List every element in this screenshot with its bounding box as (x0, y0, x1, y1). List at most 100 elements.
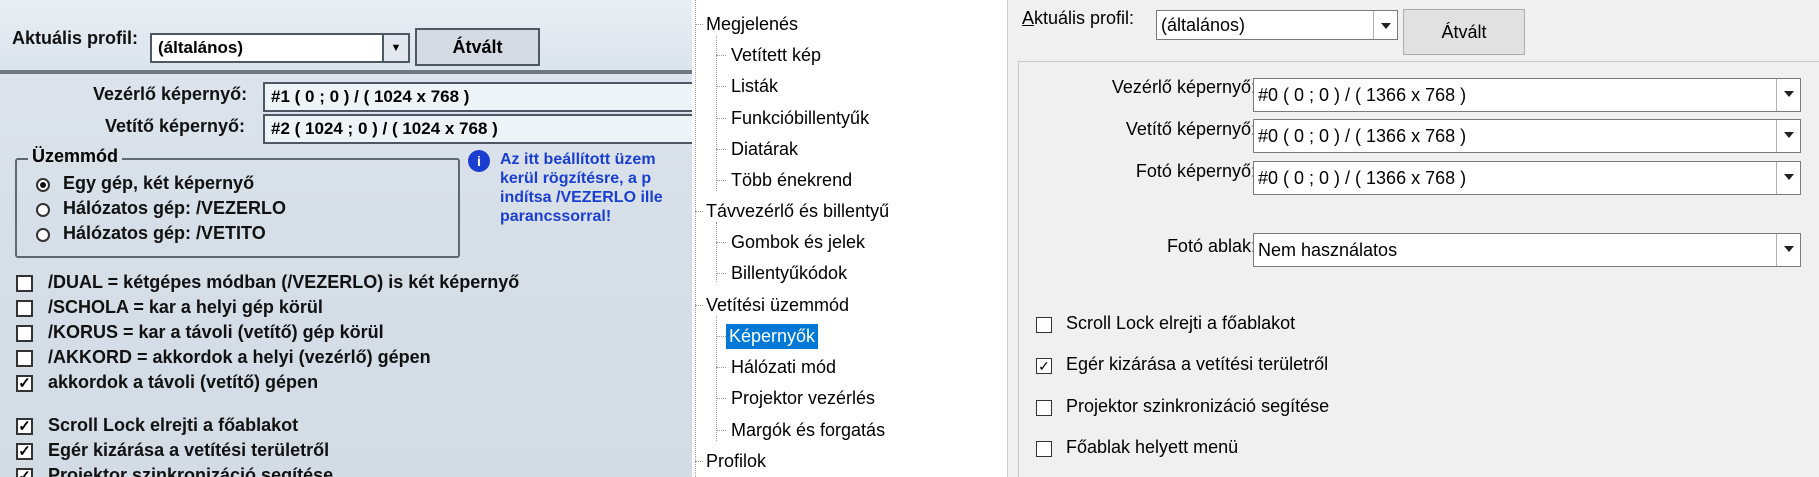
photo-window-label: Fotó ablak: (1166, 236, 1256, 256)
chevron-down-icon (1373, 11, 1397, 39)
chevron-down-icon (1776, 79, 1800, 111)
projector-screen-value: #0 ( 0 ; 0 ) / ( 1366 x 768 ) (1258, 126, 1467, 146)
tree-item-funkciobillentyuk[interactable]: Funkcióbillentyűk (728, 106, 872, 131)
tree-item-tobb-enekrend[interactable]: Több énekrend (728, 168, 855, 193)
tree-connector (695, 461, 703, 462)
photo-checkbox-7[interactable]: ✓ (16, 443, 33, 460)
photo-checkbox-label-7: Egér kizárása a vetítési területről (48, 440, 330, 460)
tree-connector (716, 118, 726, 119)
tree-connector (716, 55, 726, 56)
photo-profile-label: Aktuális profil: (12, 28, 139, 48)
settings-tree: Megjelenés Vetített kép Listák Funkcióbi… (692, 0, 1008, 477)
tree-item-projektor-vezerles[interactable]: Projektor vezérlés (728, 386, 878, 411)
menu-instead-label: Főablak helyett menü (1066, 437, 1239, 457)
info-icon: i (468, 150, 490, 172)
photo-mode-label-3: Hálózatos gép: /VETITO (63, 223, 266, 243)
photo-mode-radio-3[interactable] (36, 228, 50, 242)
photo-checkbox-2[interactable] (16, 300, 33, 317)
projector-screen-label: Vetítő képernyő: (1125, 119, 1256, 139)
menu-instead-checkbox[interactable] (1036, 441, 1052, 457)
tree-branch-line-3 (716, 316, 717, 441)
profile-combo[interactable]: (általános) (1156, 10, 1398, 40)
photo-profile-combo[interactable]: (általános) ▼ (150, 33, 410, 63)
photo-checkbox-label-6: Scroll Lock elrejti a főablakot (48, 415, 299, 435)
photo-mode-label-1: Egy gép, két képernyő (63, 173, 255, 193)
tree-item-tavvezerlo[interactable]: Távvezérlő és billentyű (703, 199, 892, 224)
photo-info-line-2: kerül rögzítésre, a p (500, 170, 652, 187)
photo-mode-radio-2[interactable] (36, 203, 50, 217)
old-version-photo: Aktuális profil: (általános) ▼ Átvált Ve… (0, 0, 692, 477)
photo-checkbox-label-2: /SCHOLA = kar a helyi gép körül (48, 297, 323, 317)
photo-control-screen-label: Vezérlő képernyő: (93, 84, 248, 104)
tree-branch-line-1 (716, 36, 717, 191)
tree-root-line (695, 0, 696, 477)
chevron-down-icon (1776, 234, 1800, 266)
settings-panel: Aktuális profil: (általános) Átvált Vezé… (1008, 0, 1819, 477)
tree-connector (716, 336, 726, 337)
tree-item-gombok-es-jelek[interactable]: Gombok és jelek (728, 230, 868, 255)
photo-checkbox-label-5: akkordok a távoli (vetítő) gépen (48, 372, 319, 392)
photo-checkbox-6[interactable]: ✓ (16, 418, 33, 435)
tree-connector (716, 180, 726, 181)
projector-sync-checkbox[interactable] (1036, 400, 1052, 416)
photo-checkbox-label-4: /AKKORD = akkordok a helyi (vezérlő) gép… (48, 347, 431, 367)
tree-item-billentyukodok[interactable]: Billentyűkódok (728, 261, 850, 286)
photo-separator (0, 70, 692, 74)
tree-item-vetitesi-uzemmod[interactable]: Vetítési üzemmód (703, 293, 852, 318)
photo-checkbox-3[interactable] (16, 325, 33, 342)
photo-profile-value: (általános) (158, 38, 244, 57)
control-screen-label: Vezérlő képernyő: (1111, 77, 1256, 97)
tree-connector (716, 273, 726, 274)
photo-checkbox-4[interactable] (16, 350, 33, 367)
chevron-down-icon: ▼ (382, 35, 408, 61)
tree-item-megjelenes[interactable]: Megjelenés (703, 12, 801, 37)
profile-label-rest: ktuális profil: (1034, 8, 1135, 28)
tree-item-listak[interactable]: Listák (728, 74, 781, 99)
photo-checkbox-1[interactable] (16, 275, 33, 292)
tree-item-vetitett-kep[interactable]: Vetített kép (728, 43, 824, 68)
control-screen-combo[interactable]: #0 ( 0 ; 0 ) / ( 1366 x 768 ) (1253, 78, 1801, 112)
tree-connector (716, 86, 726, 87)
mouse-exclusion-checkbox[interactable]: ✓ (1036, 358, 1052, 374)
tree-connector (695, 305, 703, 306)
profile-value: (általános) (1161, 15, 1246, 35)
photo-control-screen-field[interactable]: #1 ( 0 ; 0 ) / ( 1024 x 768 ) (263, 82, 692, 112)
photo-mode-label-2: Hálózatos gép: /VEZERLO (63, 198, 287, 218)
photo-mode-legend: Üzemmód (28, 146, 123, 167)
scroll-lock-label: Scroll Lock elrejti a főablakot (1066, 313, 1296, 333)
photo-window-combo[interactable]: Nem használatos (1253, 233, 1801, 267)
tree-connector (695, 211, 703, 212)
photo-projector-screen-field[interactable]: #2 ( 1024 ; 0 ) / ( 1024 x 768 ) (263, 114, 692, 144)
tree-item-profilok[interactable]: Profilok (703, 449, 769, 474)
mouse-exclusion-label: Egér kizárása a vetítési területről (1066, 354, 1329, 374)
scroll-lock-checkbox[interactable] (1036, 317, 1052, 333)
photo-switch-button[interactable]: Átvált (415, 28, 540, 66)
chevron-down-icon (1776, 162, 1800, 194)
photo-mode-radio-1[interactable] (36, 178, 50, 192)
tree-connector (716, 149, 726, 150)
tree-item-kepernyok[interactable]: Képernyők (726, 324, 819, 349)
projector-screen-combo[interactable]: #0 ( 0 ; 0 ) / ( 1366 x 768 ) (1253, 119, 1801, 153)
switch-button[interactable]: Átvált (1403, 9, 1525, 55)
tree-item-margok-es-forgatas[interactable]: Margók és forgatás (728, 418, 888, 443)
photo-checkbox-label-8: Projektor szinkronizáció segítése (48, 465, 334, 477)
chevron-down-icon (1776, 120, 1800, 152)
photo-checkbox-5[interactable]: ✓ (16, 375, 33, 392)
profile-label: Aktuális profil: (1022, 8, 1135, 28)
tree-connector (716, 430, 726, 431)
photo-info-line-1: Az itt beállított üzem (500, 151, 656, 168)
tree-connector (695, 24, 703, 25)
photo-checkbox-label-1: /DUAL = kétgépes módban (/VEZERLO) is ké… (48, 272, 520, 292)
tree-connector (716, 398, 726, 399)
photo-checkbox-label-3: /KORUS = kar a távoli (vetítő) gép körül (48, 322, 384, 342)
photo-window-value: Nem használatos (1258, 240, 1398, 260)
photo-screen-combo[interactable]: #0 ( 0 ; 0 ) / ( 1366 x 768 ) (1253, 161, 1801, 195)
photo-info-line-3: indítsa /VEZERLO ille (500, 189, 663, 206)
tree-item-diatarak[interactable]: Diatárak (728, 137, 801, 162)
tree-connector (716, 367, 726, 368)
photo-projector-screen-label: Vetítő képernyő: (105, 116, 246, 136)
photo-checkbox-8[interactable]: ✓ (16, 468, 33, 477)
tree-connector (716, 242, 726, 243)
tree-item-halozati-mod[interactable]: Hálózati mód (728, 355, 839, 380)
photo-screen-label: Fotó képernyő: (1135, 161, 1256, 181)
